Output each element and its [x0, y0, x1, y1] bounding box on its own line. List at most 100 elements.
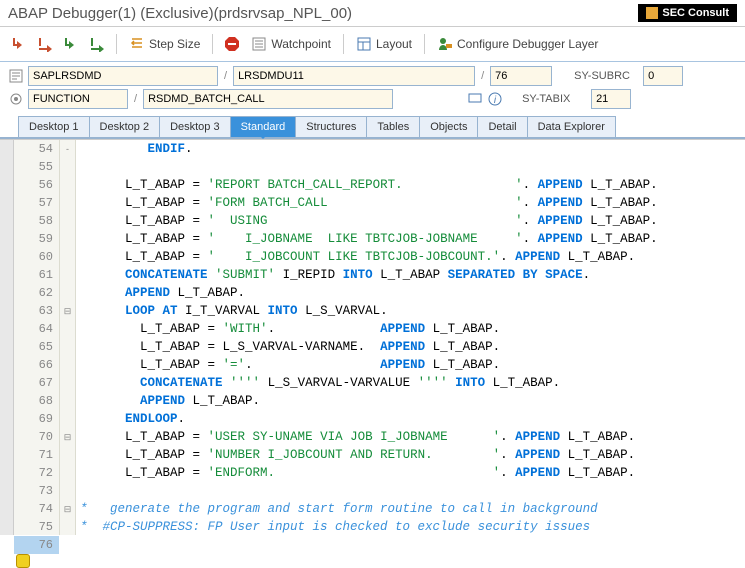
subrc-label: SY-SUBRC: [574, 70, 639, 82]
line-number[interactable]: 60: [14, 248, 59, 266]
line-number[interactable]: 68: [14, 392, 59, 410]
code-line[interactable]: ENDLOOP.: [76, 410, 745, 428]
line-number[interactable]: 55: [14, 158, 59, 176]
code-editor: 5455565758596061626364656667686970717273…: [0, 139, 745, 535]
watchpoint-button[interactable]: Watchpoint: [247, 36, 335, 52]
info-icon[interactable]: i: [487, 91, 503, 107]
line-number[interactable]: 76: [14, 536, 59, 554]
line-number[interactable]: 67: [14, 374, 59, 392]
line-number[interactable]: 62: [14, 284, 59, 302]
tab-standard[interactable]: Standard: [230, 116, 297, 137]
fold-marker: [60, 482, 75, 500]
fold-column: - ⊟ ⊟ ⊟: [60, 140, 76, 535]
tab-objects[interactable]: Objects: [419, 116, 478, 137]
tab-structures[interactable]: Structures: [295, 116, 367, 137]
continue-icon[interactable]: [86, 33, 108, 55]
code-line[interactable]: L_T_ABAP = ' I_JOBNAME LIKE TBTCJOB-JOBN…: [76, 230, 745, 248]
tabix-field[interactable]: [591, 89, 631, 109]
status-fields: / / SY-SUBRC / i SY-TABIX: [0, 62, 745, 116]
code-line[interactable]: L_T_ABAP = L_S_VARVAL-VARNAME. APPEND L_…: [76, 338, 745, 356]
line-number[interactable]: 54: [14, 140, 59, 158]
line-number[interactable]: 58: [14, 212, 59, 230]
code-line[interactable]: APPEND L_T_ABAP.: [76, 392, 745, 410]
stop-icon[interactable]: [221, 33, 243, 55]
layout-button[interactable]: Layout: [352, 36, 416, 52]
tabix-label: SY-TABIX: [522, 93, 587, 105]
code-line[interactable]: [76, 158, 745, 176]
fold-marker[interactable]: ⊟: [60, 428, 75, 446]
fold-marker: [60, 536, 75, 554]
line-number[interactable]: 75: [14, 518, 59, 536]
program-icon[interactable]: [8, 68, 24, 84]
fold-marker[interactable]: -: [60, 140, 75, 158]
fold-marker: [60, 464, 75, 482]
scroll-gutter[interactable]: [0, 140, 14, 535]
code-line[interactable]: CONCATENATE 'SUBMIT' I_REPID INTO L_T_AB…: [76, 266, 745, 284]
code-line[interactable]: APPEND L_T_ABAP.: [76, 284, 745, 302]
line-number[interactable]: 56: [14, 176, 59, 194]
breakpoint-icon[interactable]: [16, 554, 30, 568]
code-content[interactable]: ENDIF. L_T_ABAP = 'REPORT BATCH_CALL_REP…: [76, 140, 745, 535]
line-number[interactable]: 64: [14, 320, 59, 338]
type-field[interactable]: [28, 89, 128, 109]
code-line[interactable]: L_T_ABAP = 'REPORT BATCH_CALL_REPORT. '.…: [76, 176, 745, 194]
line-number[interactable]: 63: [14, 302, 59, 320]
step-into-icon[interactable]: [8, 33, 30, 55]
subrc-field[interactable]: [643, 66, 683, 86]
fold-marker: [60, 230, 75, 248]
tab-data-explorer[interactable]: Data Explorer: [527, 116, 616, 137]
include-field[interactable]: [233, 66, 475, 86]
tab-detail[interactable]: Detail: [477, 116, 527, 137]
code-line[interactable]: L_T_ABAP = 'ENDFORM. '. APPEND L_T_ABAP.: [76, 464, 745, 482]
line-number[interactable]: 66: [14, 356, 59, 374]
code-line[interactable]: LOOP AT I_T_VARVAL INTO L_S_VARVAL.: [76, 302, 745, 320]
line-number[interactable]: 74: [14, 500, 59, 518]
tab-desktop-3[interactable]: Desktop 3: [159, 116, 231, 137]
line-number[interactable]: 57: [14, 194, 59, 212]
code-line[interactable]: L_T_ABAP = 'USER SY-UNAME VIA JOB I_JOBN…: [76, 428, 745, 446]
code-line[interactable]: L_T_ABAP = 'WITH'. APPEND L_T_ABAP.: [76, 320, 745, 338]
fold-marker: [60, 248, 75, 266]
fold-marker: [60, 176, 75, 194]
fold-marker: [60, 194, 75, 212]
settings-icon[interactable]: [8, 91, 24, 107]
toolbar: Step Size Watchpoint Layout Configure De…: [0, 27, 745, 62]
code-line[interactable]: * #CP-SUPPRESS: FP User input is checked…: [76, 518, 745, 535]
line-number[interactable]: 71: [14, 446, 59, 464]
line-number[interactable]: 65: [14, 338, 59, 356]
code-line[interactable]: L_T_ABAP = 'NUMBER I_JOBCOUNT AND RETURN…: [76, 446, 745, 464]
line-number[interactable]: 61: [14, 266, 59, 284]
code-line[interactable]: ENDIF.: [76, 140, 745, 158]
logo: SEC Consult: [638, 4, 737, 22]
line-number[interactable]: 69: [14, 410, 59, 428]
fold-marker[interactable]: ⊟: [60, 500, 75, 518]
fold-marker: [60, 320, 75, 338]
fold-marker[interactable]: ⊟: [60, 302, 75, 320]
window-title: ABAP Debugger(1) (Exclusive)(prdsrvsap_N…: [8, 5, 352, 22]
tab-tables[interactable]: Tables: [366, 116, 420, 137]
code-line[interactable]: [76, 482, 745, 500]
configure-layer-button[interactable]: Configure Debugger Layer: [433, 36, 602, 52]
code-line[interactable]: L_T_ABAP = '='. APPEND L_T_ABAP.: [76, 356, 745, 374]
code-line[interactable]: L_T_ABAP = 'FORM BATCH_CALL '. APPEND L_…: [76, 194, 745, 212]
code-line[interactable]: CONCATENATE '''' L_S_VARVAL-VARVALUE '''…: [76, 374, 745, 392]
name-field[interactable]: [143, 89, 393, 109]
screen-icon[interactable]: [467, 91, 483, 107]
fold-marker: [60, 446, 75, 464]
code-line[interactable]: L_T_ABAP = ' USING '. APPEND L_T_ABAP.: [76, 212, 745, 230]
fold-marker: [60, 266, 75, 284]
line-number[interactable]: 59: [14, 230, 59, 248]
line-number-gutter: 5455565758596061626364656667686970717273…: [14, 140, 60, 535]
tab-desktop-2[interactable]: Desktop 2: [89, 116, 161, 137]
step-out-icon[interactable]: [60, 33, 82, 55]
line-number[interactable]: 72: [14, 464, 59, 482]
step-size-button[interactable]: Step Size: [125, 36, 204, 52]
line-number[interactable]: 73: [14, 482, 59, 500]
code-line[interactable]: L_T_ABAP = ' I_JOBCOUNT LIKE TBTCJOB-JOB…: [76, 248, 745, 266]
tab-desktop-1[interactable]: Desktop 1: [18, 116, 90, 137]
line-number[interactable]: 70: [14, 428, 59, 446]
step-over-icon[interactable]: [34, 33, 56, 55]
line-field[interactable]: [490, 66, 552, 86]
code-line[interactable]: * generate the program and start form ro…: [76, 500, 745, 518]
program-field[interactable]: [28, 66, 218, 86]
